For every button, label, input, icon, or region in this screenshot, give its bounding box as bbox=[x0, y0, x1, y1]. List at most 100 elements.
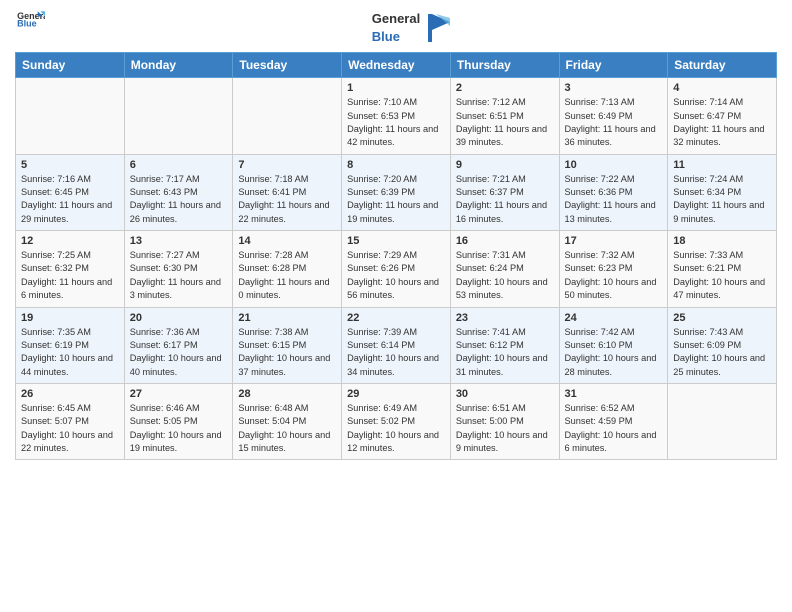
day-info: Sunrise: 7:17 AMSunset: 6:43 PMDaylight:… bbox=[130, 173, 228, 226]
day-info: Sunrise: 7:18 AMSunset: 6:41 PMDaylight:… bbox=[238, 173, 336, 226]
calendar-header-row: SundayMondayTuesdayWednesdayThursdayFrid… bbox=[16, 53, 777, 78]
day-number: 13 bbox=[130, 235, 228, 247]
calendar-cell: 19Sunrise: 7:35 AMSunset: 6:19 PMDayligh… bbox=[16, 307, 125, 383]
day-number: 17 bbox=[565, 235, 663, 247]
day-number: 10 bbox=[565, 159, 663, 171]
day-number: 9 bbox=[456, 159, 554, 171]
day-info: Sunrise: 7:14 AMSunset: 6:47 PMDaylight:… bbox=[673, 96, 771, 149]
calendar-cell: 21Sunrise: 7:38 AMSunset: 6:15 PMDayligh… bbox=[233, 307, 342, 383]
day-number: 14 bbox=[238, 235, 336, 247]
day-number: 24 bbox=[565, 312, 663, 324]
calendar-cell: 7 Sunrise: 7:18 AMSunset: 6:41 PMDaylight… bbox=[233, 154, 342, 230]
calendar-cell: 16Sunrise: 7:31 AMSunset: 6:24 PMDayligh… bbox=[450, 231, 559, 307]
calendar-table: SundayMondayTuesdayWednesdayThursdayFrid… bbox=[15, 52, 777, 460]
calendar-cell: 14 Sunrise: 7:28 AMSunset: 6:28 PMDayligh… bbox=[233, 231, 342, 307]
day-number: 1 bbox=[347, 82, 445, 94]
calendar-cell bbox=[668, 383, 777, 459]
calendar-week-row: 5Sunrise: 7:16 AMSunset: 6:45 PMDaylight… bbox=[16, 154, 777, 230]
day-info: Sunrise: 7:24 AMSunset: 6:34 PMDaylight:… bbox=[673, 173, 771, 226]
day-info: Sunrise: 7:28 AMSunset: 6:28 PMDaylight:… bbox=[238, 249, 336, 302]
day-number: 29 bbox=[347, 388, 445, 400]
day-info: Sunrise: 7:36 AMSunset: 6:17 PMDaylight:… bbox=[130, 326, 228, 379]
logo-blue-text: Blue bbox=[372, 29, 400, 44]
logo-general-text: General bbox=[372, 11, 420, 26]
day-info: Sunrise: 7:13 AMSunset: 6:49 PMDaylight:… bbox=[565, 96, 663, 149]
day-info: Sunrise: 7:22 AMSunset: 6:36 PMDaylight:… bbox=[565, 173, 663, 226]
calendar-cell: 25Sunrise: 7:43 AMSunset: 6:09 PMDayligh… bbox=[668, 307, 777, 383]
calendar-cell: 9 Sunrise: 7:21 AMSunset: 6:37 PMDaylight… bbox=[450, 154, 559, 230]
day-info: Sunrise: 7:21 AMSunset: 6:37 PMDaylight:… bbox=[456, 173, 554, 226]
page: General Blue General Blue Sunday bbox=[0, 0, 792, 612]
day-number: 23 bbox=[456, 312, 554, 324]
calendar-cell: 5Sunrise: 7:16 AMSunset: 6:45 PMDaylight… bbox=[16, 154, 125, 230]
calendar-cell: 6 Sunrise: 7:17 AMSunset: 6:43 PMDaylight… bbox=[124, 154, 233, 230]
day-info: Sunrise: 7:33 AMSunset: 6:21 PMDaylight:… bbox=[673, 249, 771, 302]
day-info: Sunrise: 6:45 AMSunset: 5:07 PMDaylight:… bbox=[21, 402, 119, 455]
day-number: 22 bbox=[347, 312, 445, 324]
day-info: Sunrise: 6:49 AMSunset: 5:02 PMDaylight:… bbox=[347, 402, 445, 455]
calendar-week-row: 26 Sunrise: 6:45 AMSunset: 5:07 PMDayligh… bbox=[16, 383, 777, 459]
calendar-cell: 18 Sunrise: 7:33 AMSunset: 6:21 PMDayligh… bbox=[668, 231, 777, 307]
day-number: 7 bbox=[238, 159, 336, 171]
day-number: 16 bbox=[456, 235, 554, 247]
calendar-cell: 28 Sunrise: 6:48 AMSunset: 5:04 PMDayligh… bbox=[233, 383, 342, 459]
day-number: 3 bbox=[565, 82, 663, 94]
day-number: 28 bbox=[238, 388, 336, 400]
calendar-cell: 20 Sunrise: 7:36 AMSunset: 6:17 PMDayligh… bbox=[124, 307, 233, 383]
day-info: Sunrise: 7:27 AMSunset: 6:30 PMDaylight:… bbox=[130, 249, 228, 302]
day-number: 19 bbox=[21, 312, 119, 324]
day-number: 26 bbox=[21, 388, 119, 400]
calendar-cell: 29 Sunrise: 6:49 AMSunset: 5:02 PMDayligh… bbox=[342, 383, 451, 459]
day-info: Sunrise: 7:12 AMSunset: 6:51 PMDaylight:… bbox=[456, 96, 554, 149]
day-info: Sunrise: 6:46 AMSunset: 5:05 PMDaylight:… bbox=[130, 402, 228, 455]
calendar-cell: 12 Sunrise: 7:25 AMSunset: 6:32 PMDayligh… bbox=[16, 231, 125, 307]
calendar-cell: 15 Sunrise: 7:29 AMSunset: 6:26 PMDayligh… bbox=[342, 231, 451, 307]
col-header-monday: Monday bbox=[124, 53, 233, 78]
day-info: Sunrise: 7:25 AMSunset: 6:32 PMDaylight:… bbox=[21, 249, 119, 302]
day-info: Sunrise: 7:41 AMSunset: 6:12 PMDaylight:… bbox=[456, 326, 554, 379]
calendar-cell: 24Sunrise: 7:42 AMSunset: 6:10 PMDayligh… bbox=[559, 307, 668, 383]
day-info: Sunrise: 6:51 AMSunset: 5:00 PMDaylight:… bbox=[456, 402, 554, 455]
day-number: 15 bbox=[347, 235, 445, 247]
col-header-saturday: Saturday bbox=[668, 53, 777, 78]
calendar-cell: 11Sunrise: 7:24 AMSunset: 6:34 PMDayligh… bbox=[668, 154, 777, 230]
day-number: 18 bbox=[673, 235, 771, 247]
day-number: 30 bbox=[456, 388, 554, 400]
calendar-cell: 3 Sunrise: 7:13 AMSunset: 6:49 PMDaylight… bbox=[559, 78, 668, 154]
logo-icon: General Blue bbox=[15, 10, 45, 28]
day-info: Sunrise: 7:29 AMSunset: 6:26 PMDaylight:… bbox=[347, 249, 445, 302]
col-header-sunday: Sunday bbox=[16, 53, 125, 78]
calendar-week-row: 12 Sunrise: 7:25 AMSunset: 6:32 PMDayligh… bbox=[16, 231, 777, 307]
day-info: Sunrise: 6:48 AMSunset: 5:04 PMDaylight:… bbox=[238, 402, 336, 455]
calendar-cell: 30 Sunrise: 6:51 AMSunset: 5:00 PMDayligh… bbox=[450, 383, 559, 459]
calendar-cell: 13 Sunrise: 7:27 AMSunset: 6:30 PMDayligh… bbox=[124, 231, 233, 307]
calendar-cell: 17Sunrise: 7:32 AMSunset: 6:23 PMDayligh… bbox=[559, 231, 668, 307]
day-number: 2 bbox=[456, 82, 554, 94]
day-number: 12 bbox=[21, 235, 119, 247]
calendar-body: 1 Sunrise: 7:10 AMSunset: 6:53 PMDaylight… bbox=[16, 78, 777, 460]
day-info: Sunrise: 7:20 AMSunset: 6:39 PMDaylight:… bbox=[347, 173, 445, 226]
day-info: Sunrise: 6:52 AMSunset: 4:59 PMDaylight:… bbox=[565, 402, 663, 455]
calendar-cell bbox=[16, 78, 125, 154]
calendar-cell: 2 Sunrise: 7:12 AMSunset: 6:51 PMDaylight… bbox=[450, 78, 559, 154]
col-header-wednesday: Wednesday bbox=[342, 53, 451, 78]
day-number: 6 bbox=[130, 159, 228, 171]
day-number: 20 bbox=[130, 312, 228, 324]
calendar-cell bbox=[233, 78, 342, 154]
day-number: 5 bbox=[21, 159, 119, 171]
header: General Blue General Blue bbox=[15, 10, 777, 46]
day-info: Sunrise: 7:43 AMSunset: 6:09 PMDaylight:… bbox=[673, 326, 771, 379]
calendar-week-row: 1 Sunrise: 7:10 AMSunset: 6:53 PMDaylight… bbox=[16, 78, 777, 154]
day-number: 27 bbox=[130, 388, 228, 400]
col-header-thursday: Thursday bbox=[450, 53, 559, 78]
col-header-friday: Friday bbox=[559, 53, 668, 78]
day-info: Sunrise: 7:39 AMSunset: 6:14 PMDaylight:… bbox=[347, 326, 445, 379]
calendar-cell: 27 Sunrise: 6:46 AMSunset: 5:05 PMDayligh… bbox=[124, 383, 233, 459]
calendar-week-row: 19Sunrise: 7:35 AMSunset: 6:19 PMDayligh… bbox=[16, 307, 777, 383]
calendar-cell: 31Sunrise: 6:52 AMSunset: 4:59 PMDayligh… bbox=[559, 383, 668, 459]
day-info: Sunrise: 7:10 AMSunset: 6:53 PMDaylight:… bbox=[347, 96, 445, 149]
logo: General Blue bbox=[15, 10, 45, 28]
calendar-cell: 22 Sunrise: 7:39 AMSunset: 6:14 PMDayligh… bbox=[342, 307, 451, 383]
calendar-cell: 8Sunrise: 7:20 AMSunset: 6:39 PMDaylight… bbox=[342, 154, 451, 230]
svg-text:Blue: Blue bbox=[17, 19, 37, 28]
